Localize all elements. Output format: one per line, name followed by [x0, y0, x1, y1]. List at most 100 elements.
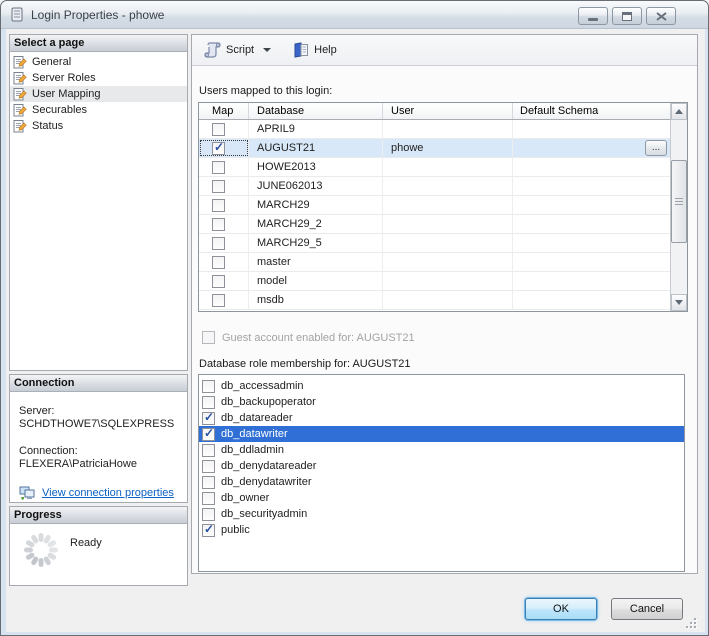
browse-schema-button[interactable]: ...	[645, 140, 667, 156]
table-row[interactable]: MARCH29_5	[199, 234, 670, 253]
role-checkbox[interactable]	[202, 412, 215, 425]
map-cell	[199, 272, 249, 290]
window-icon	[11, 7, 24, 22]
table-header-row: MapDatabaseUserDefault Schema	[199, 103, 670, 120]
role-item-db_securityadmin[interactable]: db_securityadmin	[199, 506, 684, 522]
map-checkbox[interactable]	[212, 237, 225, 250]
default-schema-cell	[513, 253, 670, 271]
role-item-db_backupoperator[interactable]: db_backupoperator	[199, 394, 684, 410]
title-bar[interactable]: Login Properties - phowe	[1, 1, 708, 29]
sidebar-item-user-mapping[interactable]: User Mapping	[10, 86, 187, 102]
map-checkbox[interactable]	[212, 180, 225, 193]
main-panel: Script Help Users mapped to this login: …	[191, 34, 698, 574]
role-label: db_securityadmin	[221, 508, 307, 520]
sidebar-item-securables[interactable]: Securables	[10, 102, 187, 118]
user-cell	[383, 120, 513, 138]
default-schema-cell	[513, 196, 670, 214]
help-button[interactable]: Help	[288, 39, 342, 61]
user-cell	[383, 215, 513, 233]
arrow-down-icon	[675, 300, 683, 305]
map-checkbox[interactable]	[212, 294, 225, 307]
role-item-db_owner[interactable]: db_owner	[199, 490, 684, 506]
sidebar-item-label: General	[32, 56, 71, 68]
default-schema-cell	[513, 272, 670, 290]
scrollbar-track[interactable]	[671, 120, 687, 294]
view-connection-properties-link[interactable]: View connection properties	[42, 487, 174, 500]
cancel-button[interactable]: Cancel	[611, 598, 683, 620]
default-schema-cell: ...	[513, 139, 670, 157]
sidebar-item-general[interactable]: General	[10, 54, 187, 70]
close-icon	[656, 12, 667, 21]
map-checkbox[interactable]	[212, 199, 225, 212]
role-checkbox[interactable]	[202, 428, 215, 441]
map-checkbox[interactable]	[212, 161, 225, 174]
close-button[interactable]	[646, 7, 676, 25]
scroll-up-button[interactable]	[671, 103, 687, 120]
role-checkbox[interactable]	[202, 460, 215, 473]
scroll-down-button[interactable]	[671, 294, 687, 311]
role-label: db_datareader	[221, 412, 293, 424]
script-button[interactable]: Script	[199, 39, 278, 61]
scrollbar-thumb[interactable]	[671, 160, 687, 243]
user-cell: phowe	[383, 139, 513, 157]
map-checkbox[interactable]	[212, 218, 225, 231]
column-header-map[interactable]: Map	[199, 103, 249, 119]
role-membership-list: db_accessadmin db_backupoperator db_datare…	[198, 374, 685, 572]
progress-panel: Progress Ready	[9, 506, 188, 586]
column-header-database[interactable]: Database	[249, 103, 383, 119]
connection-header: Connection	[10, 375, 187, 392]
resize-grip[interactable]	[684, 616, 696, 628]
role-item-db_denydatareader[interactable]: db_denydatareader	[199, 458, 684, 474]
server-value: SCHDTHOWE7\SQLEXPRESS	[19, 418, 178, 431]
role-item-public[interactable]: public	[199, 522, 684, 538]
user-cell	[383, 291, 513, 309]
role-checkbox[interactable]	[202, 380, 215, 393]
table-row[interactable]: AUGUST21phowe...	[199, 139, 670, 158]
connection-panel: Connection Server: SCHDTHOWE7\SQLEXPRESS…	[9, 374, 188, 503]
ok-button[interactable]: OK	[525, 598, 597, 620]
role-label: db_accessadmin	[221, 380, 304, 392]
table-row[interactable]: JUNE062013	[199, 177, 670, 196]
guest-account-checkbox	[202, 331, 215, 344]
role-checkbox[interactable]	[202, 476, 215, 489]
column-header-default-schema[interactable]: Default Schema	[513, 103, 670, 119]
table-row[interactable]: model	[199, 272, 670, 291]
role-item-db_denydatawriter[interactable]: db_denydatawriter	[199, 474, 684, 490]
role-checkbox[interactable]	[202, 492, 215, 505]
table-row[interactable]: master	[199, 253, 670, 272]
role-checkbox[interactable]	[202, 508, 215, 521]
table-scrollbar[interactable]	[670, 103, 687, 311]
role-checkbox[interactable]	[202, 444, 215, 457]
table-row[interactable]: MARCH29_2	[199, 215, 670, 234]
table-row[interactable]: HOWE2013	[199, 158, 670, 177]
default-schema-cell	[513, 158, 670, 176]
minimize-button[interactable]	[578, 7, 608, 25]
database-cell: JUNE062013	[249, 177, 383, 195]
map-cell	[199, 139, 249, 157]
database-cell: model	[249, 272, 383, 290]
column-header-user[interactable]: User	[383, 103, 513, 119]
user-cell	[383, 177, 513, 195]
sidebar-item-status[interactable]: Status	[10, 118, 187, 134]
sidebar-item-server-roles[interactable]: Server Roles	[10, 70, 187, 86]
role-checkbox[interactable]	[202, 396, 215, 409]
map-cell	[199, 234, 249, 252]
map-checkbox[interactable]	[212, 275, 225, 288]
table-row[interactable]: APRIL9	[199, 120, 670, 139]
default-schema-cell	[513, 291, 670, 309]
table-row[interactable]: msdb	[199, 291, 670, 310]
minimize-icon	[588, 18, 598, 21]
maximize-button[interactable]	[612, 7, 642, 25]
map-checkbox[interactable]	[212, 142, 225, 155]
arrow-up-icon	[675, 109, 683, 114]
map-checkbox[interactable]	[212, 256, 225, 269]
role-membership-label: Database role membership for: AUGUST21	[199, 358, 411, 370]
role-item-db_accessadmin[interactable]: db_accessadmin	[199, 378, 684, 394]
role-item-db_datawriter[interactable]: db_datawriter	[199, 426, 684, 442]
table-row[interactable]: MARCH29	[199, 196, 670, 215]
page-icon	[13, 103, 27, 117]
role-item-db_ddladmin[interactable]: db_ddladmin	[199, 442, 684, 458]
role-item-db_datareader[interactable]: db_datareader	[199, 410, 684, 426]
role-checkbox[interactable]	[202, 524, 215, 537]
map-checkbox[interactable]	[212, 123, 225, 136]
